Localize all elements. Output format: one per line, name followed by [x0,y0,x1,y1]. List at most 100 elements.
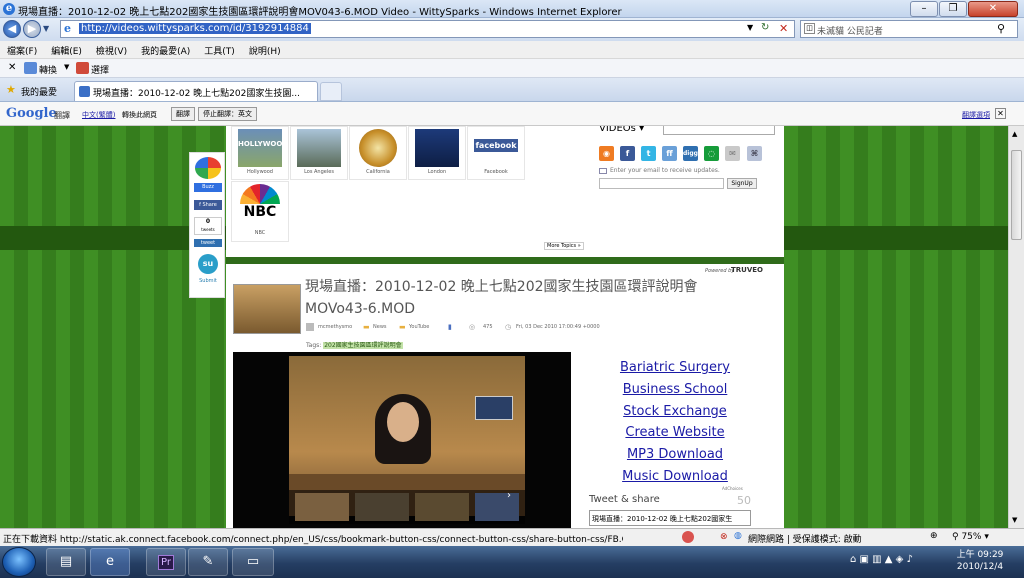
email-icon[interactable]: ✉ [725,146,740,161]
close-toolbar-icon[interactable]: ✕ [8,62,16,73]
search-icon[interactable]: ⚲ [997,22,1005,35]
related-video-thumb[interactable] [475,493,519,521]
menu-file[interactable]: 檔案(F) [0,41,44,57]
address-dropdown-icon[interactable]: ▼ [747,23,753,32]
ad-link-create-website[interactable]: Create Website [580,425,770,440]
translate-options-link[interactable]: 翻譯選項 [962,110,990,120]
related-video-thumb[interactable] [355,493,409,521]
topic-tile-california[interactable]: California [349,126,407,180]
window-taskbar-icon[interactable]: ▭ [232,548,274,576]
tweet-button[interactable]: tweet [194,239,222,247]
stop-icon[interactable]: ✕ [779,22,788,35]
explorer-taskbar-icon[interactable]: ▤ [46,548,86,576]
video-player[interactable]: › [233,352,571,528]
favorites-button[interactable]: 我的最愛 [21,85,57,98]
scroll-thumb[interactable] [1011,150,1022,240]
technorati-icon[interactable]: ◌ [704,146,719,161]
facebook-share-button[interactable]: f Share [194,200,222,210]
menu-tools[interactable]: 工具(T) [197,41,242,57]
tweet-text-input[interactable]: 現場直播：2010-12-02 晚上七點202國家生 [589,510,751,526]
menu-view[interactable]: 檢視(V) [89,41,134,57]
refresh-icon[interactable]: ↻ [761,22,769,33]
system-clock[interactable]: 上午 09:29 2010/12/4 [950,549,1010,573]
ad-link-stock-exchange[interactable]: Stock Exchange [580,404,770,419]
menu-favorites[interactable]: 我的最愛(A) [134,41,197,57]
stop-translate-button[interactable]: 停止翻譯：英文 [198,107,257,121]
topic-label: Los Angeles [304,169,334,175]
signup-button[interactable]: SignUp [727,178,757,189]
topic-tile-facebook[interactable]: facebook Facebook [467,126,525,180]
maximize-icon[interactable]: ❐ [939,1,967,17]
premiere-taskbar-icon[interactable]: Pr [146,548,186,576]
category-news[interactable]: News [373,324,387,330]
protected-mode-icon[interactable]: ⊕ [930,531,938,541]
close-icon[interactable]: ✕ [968,1,1018,17]
topic-tile-los-angeles[interactable]: Los Angeles [290,126,348,180]
category-youtube[interactable]: YouTube [409,324,429,330]
powered-by-label: Powered by [705,268,735,274]
related-video-thumb[interactable] [295,493,349,521]
forward-button[interactable]: ▶ [23,20,41,38]
buzz-icon[interactable] [195,157,221,179]
videos-select[interactable]: VIDEOs ▾ [599,126,644,134]
ad-link-mp3-download[interactable]: MP3 Download [580,447,770,462]
popup-blocked-icon[interactable] [682,531,694,543]
ad-link-music-download[interactable]: Music Download [580,469,770,484]
stumbleupon-icon[interactable]: su [198,254,218,274]
search-input[interactable]: ◫ 未滅貓 公民記者 ⚲ [800,20,1018,38]
ad-link-bariatric-surgery[interactable]: Bariatric Surgery [580,360,770,375]
buzz-button[interactable]: Buzz [194,183,222,192]
more-topics-button[interactable]: More Topics » [544,242,584,250]
convert-dropdown-icon[interactable]: ▼ [64,63,69,71]
tag-icon[interactable]: ⌘ [747,146,762,161]
video-thumbnail[interactable] [233,284,301,334]
back-button[interactable]: ◀ [3,20,21,38]
paint-taskbar-icon[interactable]: ✎ [188,548,228,576]
menu-edit[interactable]: 編輯(E) [44,41,89,57]
menu-bar: 檔案(F) 編輯(E) 檢視(V) 我的最愛(A) 工具(T) 說明(H) [0,41,1024,59]
from-language-link[interactable]: 中文(繁體) [82,110,115,120]
rss-icon[interactable]: ◉ [599,146,614,161]
friendfeed-icon[interactable]: ff [662,146,677,161]
address-input[interactable]: e http://videos.wittysparks.com/id/31929… [60,20,795,38]
menu-help[interactable]: 說明(H) [242,41,288,57]
zoom-level[interactable]: ⚲ 75% ▾ [952,532,989,542]
related-video-thumb[interactable] [415,493,469,521]
new-tab-button[interactable] [320,82,342,101]
tweet-share-label: Tweet & share [589,494,660,505]
facebook-logo-text: facebook [474,139,518,152]
adchoices-label[interactable]: AdChoices [722,486,743,491]
topic-tile-hollywood[interactable]: HOLLYWOOD Hollywood [231,126,289,180]
facebook-icon[interactable]: f [620,146,635,161]
ad-link-business-school[interactable]: Business School [580,382,770,397]
digg-icon[interactable]: digg [683,146,698,161]
scroll-up-icon[interactable]: ▲ [1012,130,1017,138]
tray-icons[interactable]: ⌂ ▣ ▥ ▲ ◈ ♪ [850,554,913,565]
twitter-icon[interactable]: t [641,146,656,161]
email-small-icon [599,168,607,174]
minimize-icon[interactable]: – [910,1,938,17]
sidebar-search-input[interactable] [663,126,775,135]
tag-link[interactable]: 202國家生技園區環評說明會 [323,342,403,349]
author-avatar-icon [306,323,314,331]
next-arrow-icon[interactable]: › [507,490,511,501]
author-name[interactable]: mcmethysmo [318,324,352,330]
tab-current[interactable]: 現場直播：2010-12-02 晚上七點202國家生技園... [74,81,318,101]
convert-button[interactable]: 轉換 [39,63,57,76]
article-title[interactable]: 現場直播：2010-12-02 晚上七點202國家生技園區環評說明會 MOVo4… [305,276,745,320]
email-input[interactable] [599,178,724,189]
close-translate-icon[interactable]: ✕ [995,108,1006,119]
ie-taskbar-icon[interactable]: e [90,548,130,576]
vertical-scrollbar[interactable]: ▲ ▼ [1008,126,1024,528]
start-button[interactable] [2,547,36,577]
history-dropdown-icon[interactable]: ▼ [43,24,49,33]
select-button[interactable]: 選擇 [91,63,109,76]
projector-screen [475,396,513,420]
status-text: 正在下載資料 http://static.ak.connect.facebook… [3,535,623,545]
scroll-down-icon[interactable]: ▼ [1012,516,1017,524]
command-toolbar: ✕ 轉換 ▼ 選擇 [0,59,1024,78]
topic-tile-nbc[interactable]: NBC NBC [231,181,289,242]
submit-button[interactable]: Submit [194,278,222,284]
topic-tile-london[interactable]: London [408,126,466,180]
translate-button[interactable]: 翻譯 [171,107,195,121]
